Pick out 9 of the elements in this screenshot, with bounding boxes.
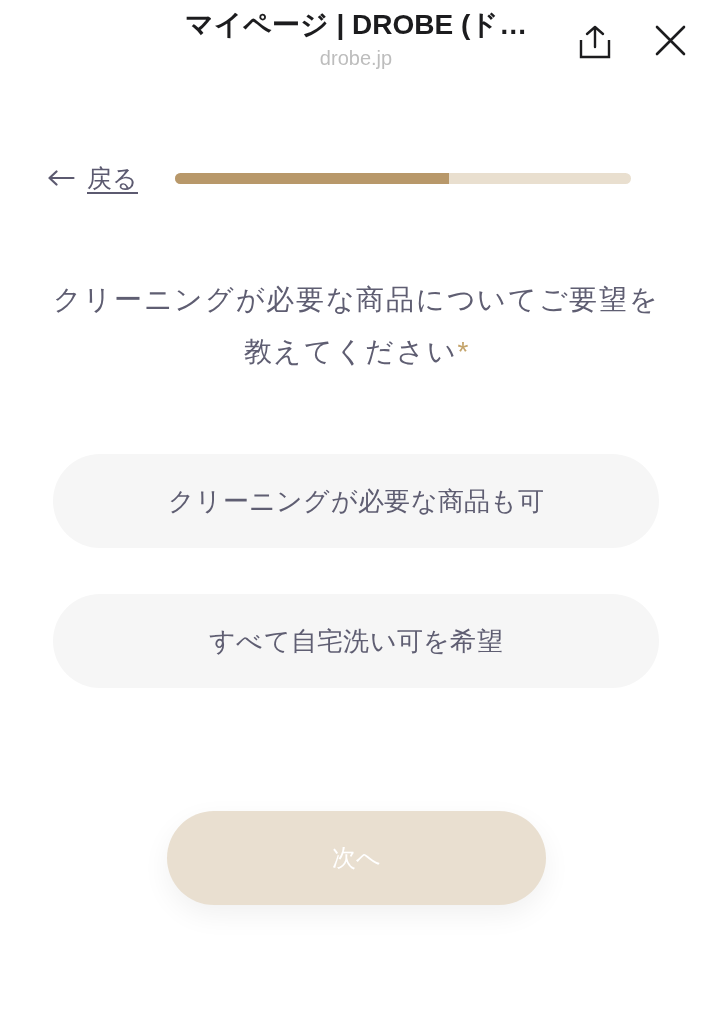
back-link[interactable]: 戻る — [48, 163, 138, 193]
arrow-left-icon — [48, 170, 75, 186]
share-icon[interactable] — [579, 25, 611, 59]
page-domain: drobe.jp — [319, 46, 393, 70]
answer-option[interactable]: クリーニングが必要な商品も可 — [53, 454, 659, 548]
close-icon[interactable] — [655, 25, 686, 56]
question-text: クリーニングが必要な商品についてご要望を教えてください* — [51, 283, 661, 369]
page-title: マイページ | DROBE (ド… — [184, 8, 528, 42]
answer-option[interactable]: すべて自宅洗い可を希望 — [53, 594, 659, 688]
